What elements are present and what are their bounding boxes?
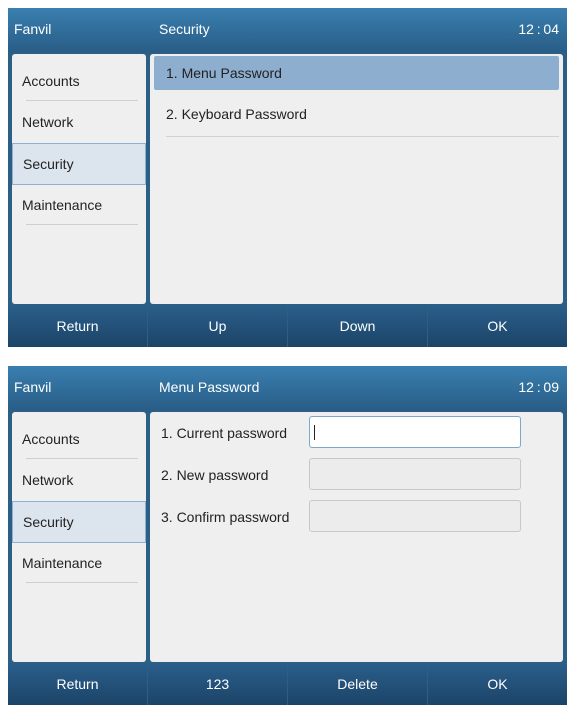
softkey-bar: Return Up Down OK — [8, 306, 567, 347]
sidebar-item-label: Security — [23, 156, 74, 172]
sidebar-item-security[interactable]: Security — [12, 501, 146, 543]
sidebar-item-maintenance[interactable]: Maintenance — [12, 185, 146, 225]
sidebar-item-maintenance[interactable]: Maintenance — [12, 543, 146, 583]
input-mode-button[interactable]: 123 — [148, 664, 287, 705]
sidebar-item-security[interactable]: Security — [12, 143, 146, 185]
delete-button[interactable]: Delete — [288, 664, 427, 705]
confirm-password-row: 3. Confirm password — [150, 498, 563, 538]
sidebar-item-label: Accounts — [22, 431, 80, 447]
confirm-password-label: 3. Confirm password — [161, 509, 290, 525]
sidebar-item-label: Network — [22, 114, 74, 130]
return-button[interactable]: Return — [8, 664, 147, 705]
down-button[interactable]: Down — [288, 306, 427, 347]
brand-label: Fanvil — [14, 379, 52, 395]
ok-button[interactable]: OK — [428, 306, 567, 347]
return-button[interactable]: Return — [8, 306, 147, 347]
new-password-input[interactable] — [309, 458, 521, 490]
softkey-bar: Return 123 Delete OK — [8, 664, 567, 705]
divider — [166, 136, 559, 137]
new-password-row: 2. New password — [150, 456, 563, 496]
sidebar-item-accounts[interactable]: Accounts — [12, 419, 146, 459]
title-bar: Fanvil Menu Password 12 : 09 — [8, 366, 567, 410]
sidebar-item-label: Security — [23, 514, 74, 530]
sidebar-item-label: Network — [22, 472, 74, 488]
current-password-label: 1. Current password — [161, 425, 288, 441]
divider — [26, 100, 138, 101]
clock: 12 : 09 — [518, 379, 559, 395]
divider — [26, 582, 138, 583]
menu-item-keyboard-password[interactable]: 2. Keyboard Password — [154, 97, 559, 137]
brand-label: Fanvil — [14, 21, 52, 37]
sidebar-item-label: Maintenance — [22, 197, 103, 213]
current-password-input[interactable] — [309, 416, 521, 448]
page-title: Menu Password — [159, 379, 260, 395]
sidebar: Accounts Network Security Maintenance — [12, 412, 146, 662]
text-cursor — [314, 425, 315, 440]
confirm-password-input[interactable] — [309, 500, 521, 532]
sidebar-item-network[interactable]: Network — [12, 102, 146, 142]
divider — [26, 458, 138, 459]
title-bar: Fanvil Security 12 : 04 — [8, 8, 567, 52]
content-panel: 1. Current password 2. New password 3. C… — [150, 412, 563, 662]
up-button[interactable]: Up — [148, 306, 287, 347]
page-title: Security — [159, 21, 210, 37]
menu-item-label: 1. Menu Password — [166, 65, 282, 81]
clock: 12 : 04 — [518, 21, 559, 37]
phone-screen-security: Fanvil Security 12 : 04 Accounts Network… — [8, 8, 567, 347]
sidebar: Accounts Network Security Maintenance — [12, 54, 146, 304]
phone-screen-menu-password: Fanvil Menu Password 12 : 09 Accounts Ne… — [8, 366, 567, 705]
divider — [26, 224, 138, 225]
ok-button[interactable]: OK — [428, 664, 567, 705]
sidebar-item-accounts[interactable]: Accounts — [12, 61, 146, 101]
sidebar-item-label: Maintenance — [22, 555, 103, 571]
sidebar-item-network[interactable]: Network — [12, 460, 146, 500]
content-panel: 1. Menu Password 2. Keyboard Password — [150, 54, 563, 304]
current-password-row: 1. Current password — [150, 414, 563, 454]
new-password-label: 2. New password — [161, 467, 269, 483]
menu-item-label: 2. Keyboard Password — [166, 106, 307, 122]
sidebar-item-label: Accounts — [22, 73, 80, 89]
menu-item-menu-password[interactable]: 1. Menu Password — [154, 56, 559, 90]
